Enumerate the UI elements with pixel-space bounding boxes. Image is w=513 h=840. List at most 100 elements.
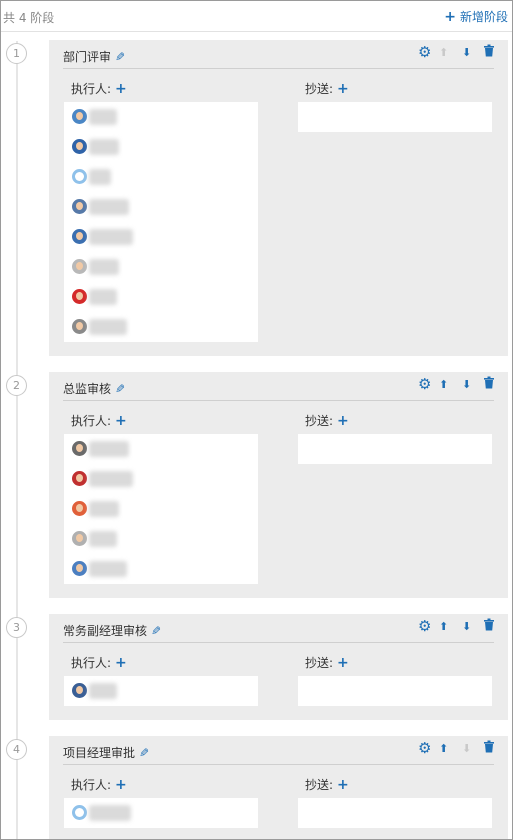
blurred-user-name [89, 531, 117, 547]
stage-title-text: 项目经理审批 [63, 746, 136, 760]
executor-person[interactable] [72, 257, 242, 277]
executor-label-text: 执行人: [71, 778, 112, 792]
cc-label-text: 抄送: [305, 778, 334, 792]
blurred-user-name [89, 229, 133, 245]
executor-person[interactable] [72, 439, 242, 459]
cc-list [298, 676, 492, 706]
executor-person[interactable] [72, 803, 242, 823]
executor-person[interactable] [72, 107, 242, 127]
blurred-user-name [89, 471, 133, 487]
delete-trash-icon[interactable] [483, 44, 495, 61]
add-stage-label: 新增阶段 [459, 10, 508, 24]
executor-label-text: 执行人: [71, 656, 112, 670]
stage-number-badge: 4 [6, 739, 27, 760]
add-cc-plus-icon[interactable]: + [337, 81, 349, 97]
move-down-arrow-icon[interactable]: ⬇ [462, 620, 471, 633]
add-executor-plus-icon[interactable]: + [115, 413, 127, 429]
executor-label-text: 执行人: [71, 82, 112, 96]
stage-title: 部门评审 ✎ [63, 48, 125, 65]
user-avatar-icon [72, 319, 87, 334]
delete-trash-icon[interactable] [483, 376, 495, 393]
user-avatar-icon [72, 139, 87, 154]
stage-title: 常务副经理审核 ✎ [63, 622, 161, 639]
move-up-arrow-icon[interactable]: ⬆ [439, 378, 448, 391]
user-avatar-icon [72, 199, 87, 214]
stage-header: 项目经理审批 ✎ ⚙ ⬆ ⬇ [63, 736, 494, 765]
blurred-user-name [89, 805, 131, 821]
executor-label-text: 执行人: [71, 414, 112, 428]
add-executor-plus-icon[interactable]: + [115, 81, 127, 97]
header-bar: 共 4 阶段 + 新增阶段 [1, 1, 512, 32]
add-executor-plus-icon[interactable]: + [115, 655, 127, 671]
executor-person[interactable] [72, 529, 242, 549]
user-avatar-icon [72, 683, 87, 698]
settings-gear-icon[interactable]: ⚙ [418, 617, 431, 635]
executor-label: 执行人: + [71, 654, 127, 671]
settings-gear-icon[interactable]: ⚙ [418, 43, 431, 61]
blurred-user-name [89, 501, 119, 517]
executor-person[interactable] [72, 287, 242, 307]
stage-number-badge: 1 [6, 43, 27, 64]
edit-title-pencil-icon[interactable]: ✎ [115, 382, 125, 396]
move-up-arrow-icon[interactable]: ⬆ [439, 742, 448, 755]
blurred-user-name [89, 319, 127, 335]
executor-person[interactable] [72, 559, 242, 579]
blurred-user-name [89, 169, 111, 185]
stage-header: 总监审核 ✎ ⚙ ⬆ ⬇ [63, 372, 494, 401]
executor-person[interactable] [72, 499, 242, 519]
plus-icon: + [444, 9, 456, 25]
move-down-arrow-icon[interactable]: ⬇ [462, 378, 471, 391]
add-cc-plus-icon[interactable]: + [337, 777, 349, 793]
user-avatar-icon [72, 441, 87, 456]
stage-title-text: 部门评审 [63, 50, 112, 64]
stage-header: 部门评审 ✎ ⚙ ⬆ ⬇ [63, 40, 494, 69]
stage-count: 共 4 阶段 [3, 11, 55, 25]
user-avatar-icon [72, 805, 87, 820]
user-avatar-icon [72, 289, 87, 304]
cc-label: 抄送: + [305, 654, 349, 671]
cc-label: 抄送: + [305, 80, 349, 97]
blurred-user-name [89, 683, 117, 699]
delete-trash-icon[interactable] [483, 740, 495, 757]
executor-person[interactable] [72, 197, 242, 217]
user-avatar-icon [72, 169, 87, 184]
add-executor-plus-icon[interactable]: + [115, 777, 127, 793]
move-up-arrow-icon[interactable]: ⬆ [439, 620, 448, 633]
cc-list [298, 798, 492, 828]
executor-person[interactable] [72, 167, 242, 187]
executor-person[interactable] [72, 227, 242, 247]
user-avatar-icon [72, 109, 87, 124]
add-cc-plus-icon[interactable]: + [337, 655, 349, 671]
executor-label: 执行人: + [71, 412, 127, 429]
executor-label: 执行人: + [71, 80, 127, 97]
cc-list [298, 102, 492, 132]
delete-trash-icon[interactable] [483, 618, 495, 635]
cc-label: 抄送: + [305, 776, 349, 793]
executor-list [64, 798, 258, 828]
stage-title: 总监审核 ✎ [63, 380, 125, 397]
user-avatar-icon [72, 531, 87, 546]
executor-person[interactable] [72, 681, 242, 701]
user-avatar-icon [72, 229, 87, 244]
add-cc-plus-icon[interactable]: + [337, 413, 349, 429]
executor-list [64, 676, 258, 706]
settings-gear-icon[interactable]: ⚙ [418, 375, 431, 393]
blurred-user-name [89, 109, 117, 125]
executor-person[interactable] [72, 137, 242, 157]
stage-title: 项目经理审批 ✎ [63, 744, 149, 761]
executor-person[interactable] [72, 317, 242, 337]
settings-gear-icon[interactable]: ⚙ [418, 739, 431, 757]
cc-label: 抄送: + [305, 412, 349, 429]
blurred-user-name [89, 289, 117, 305]
executor-person[interactable] [72, 469, 242, 489]
edit-title-pencil-icon[interactable]: ✎ [115, 50, 125, 64]
user-avatar-icon [72, 501, 87, 516]
stage-toolbar: ⚙ ⬆ ⬇ [418, 375, 508, 396]
stage-toolbar: ⚙ ⬆ ⬇ [418, 739, 508, 760]
move-down-arrow-icon[interactable]: ⬇ [462, 46, 471, 59]
add-stage-button[interactable]: + 新增阶段 [444, 8, 508, 25]
blurred-user-name [89, 259, 119, 275]
edit-title-pencil-icon[interactable]: ✎ [151, 624, 161, 638]
edit-title-pencil-icon[interactable]: ✎ [139, 746, 149, 760]
blurred-user-name [89, 199, 129, 215]
